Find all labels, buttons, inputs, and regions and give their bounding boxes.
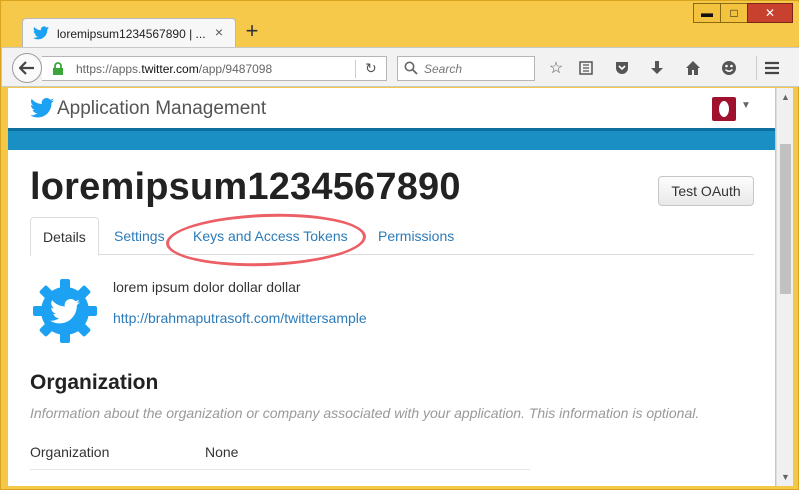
close-icon[interactable]: × (211, 24, 227, 40)
download-icon[interactable] (647, 58, 667, 78)
bookmark-star-icon[interactable]: ☆ (546, 58, 566, 78)
avatar[interactable] (712, 97, 736, 121)
url-text[interactable]: https://apps.twitter.com/app/9487098 (76, 62, 272, 76)
tab-permissions[interactable]: Permissions (378, 217, 454, 255)
app-website-link[interactable]: http://brahmaputrasoft.com/twittersample (113, 310, 367, 326)
scroll-up-icon[interactable]: ▲ (781, 92, 790, 102)
site-header: Application Management ▼ (8, 88, 775, 128)
back-button[interactable] (12, 53, 42, 83)
search-input[interactable]: Search (397, 56, 535, 81)
twitter-bird-icon (33, 26, 49, 40)
search-icon (404, 61, 418, 75)
app-gear-icon (33, 279, 97, 343)
site-header-title[interactable]: Application Management (57, 98, 266, 120)
new-tab-button[interactable]: + (242, 20, 262, 42)
tab-title: loremipsum1234567890 | ... (57, 27, 206, 41)
chevron-down-icon[interactable]: ▼ (741, 100, 751, 111)
reading-list-icon[interactable] (576, 58, 596, 78)
emoji-icon[interactable] (719, 58, 739, 78)
reload-icon[interactable]: ↻ (365, 60, 377, 77)
scroll-down-icon[interactable]: ▼ (781, 472, 790, 482)
window-controls: ▬ □ ✕ (693, 3, 793, 25)
pocket-icon[interactable] (612, 58, 632, 78)
browser-window: loremipsum1234567890 | ... × + ▬ □ ✕ htt… (0, 0, 799, 490)
header-band (8, 128, 775, 150)
scroll-thumb[interactable] (780, 144, 791, 294)
organization-value: None (205, 444, 239, 460)
home-icon[interactable] (683, 58, 703, 78)
back-arrow-icon (19, 61, 34, 75)
twitter-logo-icon[interactable] (30, 98, 54, 118)
app-description: lorem ipsum dolor dollar dollar (113, 279, 301, 295)
close-window-button[interactable]: ✕ (747, 3, 793, 23)
tab-details[interactable]: Details (30, 217, 99, 256)
test-oauth-button[interactable]: Test OAuth (658, 176, 754, 206)
url-divider (355, 60, 356, 78)
minimize-button[interactable]: ▬ (693, 3, 721, 23)
organization-label: Organization (30, 444, 110, 460)
tab-settings[interactable]: Settings (114, 217, 165, 255)
toolbar-divider (756, 56, 757, 80)
url-bar[interactable]: https://apps.twitter.com/app/9487098 ↻ (42, 56, 387, 81)
page-viewport: Application Management ▼ loremipsum12345… (8, 88, 775, 486)
page-title: loremipsum1234567890 (30, 166, 461, 208)
vertical-scrollbar[interactable]: ▲ ▼ (776, 88, 793, 486)
divider (30, 469, 530, 470)
search-placeholder: Search (424, 62, 463, 76)
navigation-toolbar: https://apps.twitter.com/app/9487098 ↻ S… (2, 47, 799, 87)
maximize-button[interactable]: □ (720, 3, 748, 23)
titlebar: loremipsum1234567890 | ... × + ▬ □ ✕ (2, 2, 799, 48)
app-tabs: Details Settings Keys and Access Tokens … (30, 217, 754, 256)
menu-icon[interactable] (762, 58, 782, 78)
lock-icon (53, 62, 63, 75)
organization-subtitle: Information about the organization or co… (30, 405, 700, 421)
organization-heading: Organization (30, 371, 159, 394)
browser-tab[interactable]: loremipsum1234567890 | ... × (22, 18, 236, 48)
